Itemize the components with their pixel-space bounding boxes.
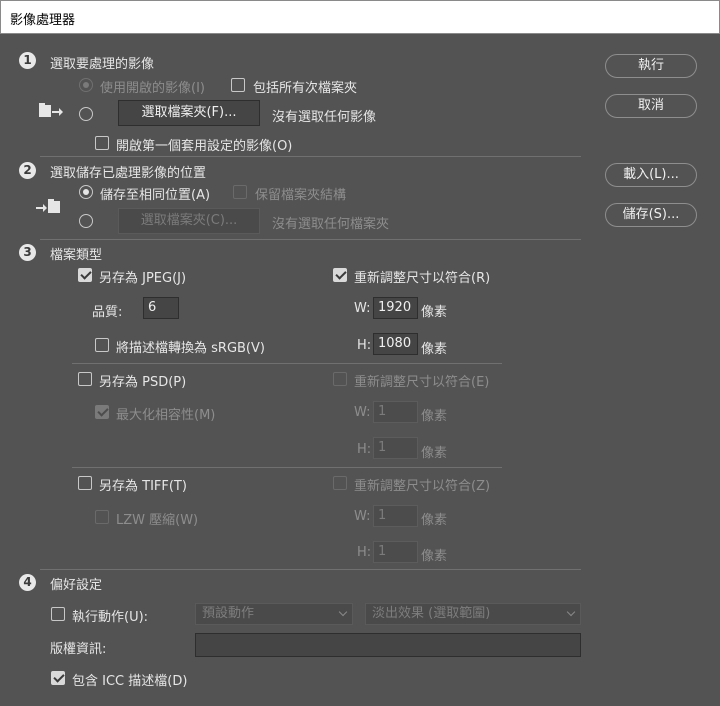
tiff-width-label: W: (354, 509, 371, 524)
copyright-input[interactable] (195, 633, 581, 657)
use-open-images-label: 使用開啟的影像(I) (100, 81, 205, 96)
lzw-compression-checkbox[interactable] (95, 510, 109, 524)
tiff-height-unit: 像素 (421, 549, 448, 564)
divider-3 (40, 569, 581, 570)
copyright-label: 版權資訊: (50, 642, 107, 657)
action-set-dropdown[interactable]: 預設動作 (195, 603, 353, 625)
tiff-width-input[interactable]: 1 (373, 505, 418, 527)
include-subfolders-checkbox[interactable] (231, 78, 245, 92)
maximize-compat-checkbox[interactable] (95, 405, 109, 419)
select-destination-folder-button[interactable]: 選取檔案夾(C)... (118, 208, 260, 234)
keep-folder-structure-label: 保留檔案夾結構 (255, 188, 347, 203)
save-as-tiff-label: 另存為 TIFF(T) (99, 479, 187, 494)
tiff-height-input[interactable]: 1 (373, 541, 418, 563)
run-action-label: 執行動作(U): (72, 610, 149, 625)
title-bar: 影像處理器 (0, 0, 720, 34)
open-first-image-label: 開啟第一個套用設定的影像(O) (116, 139, 293, 154)
divider-psd (72, 467, 502, 468)
load-button[interactable]: 載入(L)... (605, 163, 697, 187)
lzw-compression-label: LZW 壓縮(W) (116, 513, 199, 528)
include-subfolders-label: 包括所有次檔案夾 (253, 81, 358, 96)
save-as-jpeg-label: 另存為 JPEG(J) (99, 271, 187, 286)
use-open-images-radio[interactable] (79, 78, 93, 92)
save-as-tiff-checkbox[interactable] (78, 476, 92, 490)
divider-2 (40, 239, 581, 240)
save-as-jpeg-checkbox[interactable] (78, 268, 92, 282)
section3-title: 檔案類型 (50, 248, 103, 263)
step-2-badge: 2 (19, 162, 36, 179)
section4-title: 偏好設定 (50, 578, 103, 593)
open-folder-icon (39, 103, 63, 117)
psd-height-unit: 像素 (421, 446, 448, 461)
no-image-selected-label: 沒有選取任何影像 (272, 110, 377, 125)
jpeg-height-input[interactable]: 1080 (373, 333, 418, 355)
action-value: 淡出效果 (選取範圍) (372, 606, 491, 621)
psd-width-unit: 像素 (421, 409, 448, 424)
select-source-folder-button[interactable]: 選取檔案夾(F)... (118, 100, 260, 126)
tiff-resize-label: 重新調整尺寸以符合(Z) (354, 479, 491, 494)
include-icc-label: 包含 ICC 描述檔(D) (72, 674, 188, 689)
jpeg-quality-label: 品質: (92, 305, 123, 320)
divider-jpeg (72, 363, 502, 364)
psd-width-label: W: (354, 405, 371, 420)
jpeg-height-unit: 像素 (421, 342, 448, 357)
jpeg-width-unit: 像素 (421, 305, 448, 320)
psd-width-input[interactable]: 1 (373, 401, 418, 423)
destination-folder-icon (36, 199, 60, 213)
chevron-down-icon (566, 607, 576, 617)
tiff-height-label: H: (357, 545, 372, 560)
run-action-checkbox[interactable] (51, 607, 65, 621)
jpeg-height-label: H: (357, 338, 372, 353)
chevron-down-icon (338, 607, 348, 617)
section1-title: 選取要處理的影像 (50, 57, 155, 72)
keep-folder-structure-checkbox[interactable] (233, 185, 247, 199)
divider-1 (40, 156, 581, 157)
step-4-badge: 4 (19, 574, 36, 591)
jpeg-width-label: W: (354, 301, 371, 316)
step-3-badge: 3 (19, 244, 36, 261)
tiff-width-unit: 像素 (421, 513, 448, 528)
run-button[interactable]: 執行 (605, 54, 697, 78)
save-as-psd-checkbox[interactable] (78, 372, 92, 386)
action-set-value: 預設動作 (202, 606, 255, 621)
jpeg-resize-checkbox[interactable] (333, 268, 347, 282)
jpeg-resize-label: 重新調整尺寸以符合(R) (354, 271, 491, 286)
step-1-badge: 1 (19, 52, 36, 69)
psd-height-label: H: (357, 442, 372, 457)
psd-resize-label: 重新調整尺寸以符合(E) (354, 375, 490, 390)
select-folder-radio[interactable] (79, 107, 93, 121)
jpeg-quality-input[interactable]: 6 (143, 297, 179, 319)
include-icc-checkbox[interactable] (51, 671, 65, 685)
convert-srgb-label: 將描述檔轉換為 sRGB(V) (116, 341, 265, 356)
action-dropdown[interactable]: 淡出效果 (選取範圍) (365, 603, 581, 625)
save-button[interactable]: 儲存(S)... (605, 203, 697, 227)
open-first-image-checkbox[interactable] (95, 136, 109, 150)
tiff-resize-checkbox[interactable] (333, 476, 347, 490)
save-same-location-label: 儲存至相同位置(A) (100, 188, 211, 203)
cancel-button[interactable]: 取消 (605, 94, 697, 118)
convert-srgb-checkbox[interactable] (95, 338, 109, 352)
select-destination-folder-radio[interactable] (79, 214, 93, 228)
psd-resize-checkbox[interactable] (333, 372, 347, 386)
no-folder-selected-label: 沒有選取任何檔案夾 (272, 217, 390, 232)
window-title: 影像處理器 (10, 13, 76, 28)
save-same-location-radio[interactable] (79, 185, 93, 199)
section2-title: 選取儲存已處理影像的位置 (50, 166, 207, 181)
save-as-psd-label: 另存為 PSD(P) (99, 375, 187, 390)
psd-height-input[interactable]: 1 (373, 437, 418, 459)
jpeg-width-input[interactable]: 1920 (373, 297, 418, 319)
maximize-compat-label: 最大化相容性(M) (116, 408, 216, 423)
